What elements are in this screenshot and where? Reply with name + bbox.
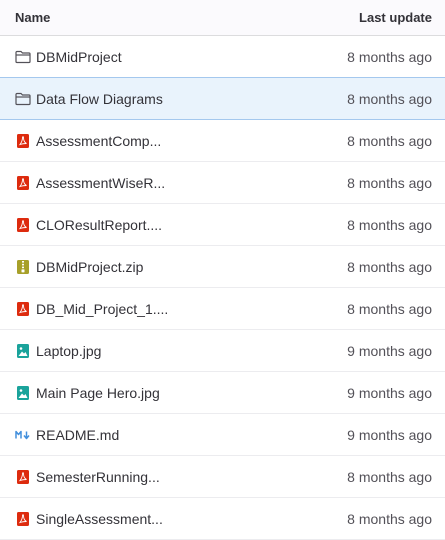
- table-row[interactable]: SemesterRunning... 8 months ago: [0, 456, 445, 498]
- last-update-time: 8 months ago: [347, 174, 432, 191]
- last-update-time: 8 months ago: [347, 216, 432, 233]
- table-header: Name Last update: [0, 0, 445, 36]
- file-name-link[interactable]: AssessmentWiseR...: [36, 175, 165, 191]
- folder-icon: [15, 49, 31, 65]
- last-update-time: 8 months ago: [347, 258, 432, 275]
- file-table: Name Last update DBMidProject 8 months a…: [0, 0, 445, 540]
- image-icon: [15, 343, 31, 359]
- file-name-link[interactable]: Laptop.jpg: [36, 343, 101, 359]
- last-update-time: 8 months ago: [347, 300, 432, 317]
- file-name-link[interactable]: README.md: [36, 427, 119, 443]
- folder-icon: [15, 91, 31, 107]
- last-update-time: 9 months ago: [347, 384, 432, 401]
- file-name-link[interactable]: SemesterRunning...: [36, 469, 160, 485]
- last-update-time: 8 months ago: [347, 468, 432, 485]
- archive-icon: [15, 259, 31, 275]
- name-column-header: Name: [15, 10, 51, 25]
- last-update-time: 8 months ago: [347, 510, 432, 527]
- file-list: DBMidProject 8 months ago Data Flow Diag…: [0, 36, 445, 540]
- table-row[interactable]: README.md 9 months ago: [0, 414, 445, 456]
- pdf-icon: [15, 301, 31, 317]
- pdf-icon: [15, 133, 31, 149]
- file-name-link[interactable]: DBMidProject: [36, 49, 122, 65]
- markdown-icon: [15, 427, 31, 443]
- last-update-time: 8 months ago: [347, 132, 432, 149]
- table-row[interactable]: Data Flow Diagrams 8 months ago: [0, 77, 445, 120]
- last-update-time: 8 months ago: [347, 48, 432, 65]
- table-row[interactable]: DBMidProject.zip 8 months ago: [0, 246, 445, 288]
- last-update-time: 9 months ago: [347, 342, 432, 359]
- pdf-icon: [15, 217, 31, 233]
- table-row[interactable]: AssessmentWiseR... 8 months ago: [0, 162, 445, 204]
- table-row[interactable]: DBMidProject 8 months ago: [0, 36, 445, 78]
- file-name-link[interactable]: DB_Mid_Project_1....: [36, 301, 168, 317]
- last-update-column-header: Last update: [359, 10, 432, 25]
- table-row[interactable]: SingleAssessment... 8 months ago: [0, 498, 445, 540]
- image-icon: [15, 385, 31, 401]
- table-row[interactable]: CLOResultReport.... 8 months ago: [0, 204, 445, 246]
- table-row[interactable]: Laptop.jpg 9 months ago: [0, 330, 445, 372]
- pdf-icon: [15, 469, 31, 485]
- table-row[interactable]: DB_Mid_Project_1.... 8 months ago: [0, 288, 445, 330]
- table-row[interactable]: AssessmentComp... 8 months ago: [0, 120, 445, 162]
- last-update-time: 8 months ago: [347, 90, 432, 107]
- file-name-link[interactable]: Main Page Hero.jpg: [36, 385, 160, 401]
- last-update-time: 9 months ago: [347, 426, 432, 443]
- file-name-link[interactable]: SingleAssessment...: [36, 511, 163, 527]
- pdf-icon: [15, 511, 31, 527]
- file-name-link[interactable]: Data Flow Diagrams: [36, 91, 163, 107]
- pdf-icon: [15, 175, 31, 191]
- file-name-link[interactable]: AssessmentComp...: [36, 133, 161, 149]
- file-name-link[interactable]: DBMidProject.zip: [36, 259, 143, 275]
- table-row[interactable]: Main Page Hero.jpg 9 months ago: [0, 372, 445, 414]
- file-name-link[interactable]: CLOResultReport....: [36, 217, 162, 233]
